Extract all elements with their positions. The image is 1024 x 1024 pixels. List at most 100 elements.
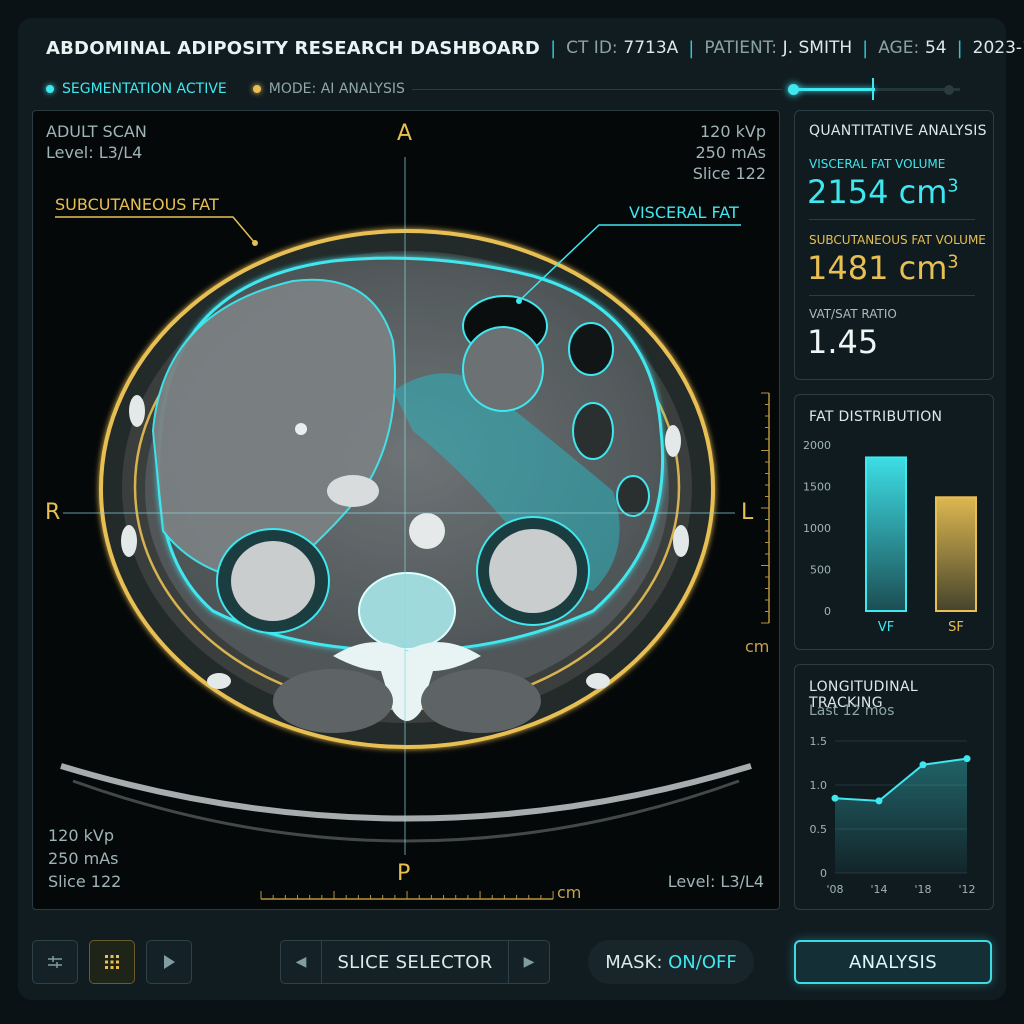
scanner-table-shadow [72,779,740,843]
bar [865,456,907,613]
y-tick-label: 1000 [803,522,831,535]
rib [586,673,610,689]
visceral-fat-volume-number: 2154 cm [807,173,948,211]
scan-mas: 250 mAs [695,143,767,162]
orientation-posterior: P [397,861,411,886]
mode-label: MODE: [268,81,317,97]
age-value: 54 [924,38,947,58]
x-tick-label: '18 [914,883,931,896]
longitudinal-tracking-panel: LONGITUDINAL TRACKING Last 12 mos 0 0.5 1.… [794,664,994,910]
bowel-loop [572,402,614,460]
segmentation-status-dot [46,85,54,93]
slider-end-dot [944,85,954,95]
slice-selector-label: SLICE SELECTOR [321,941,509,983]
subcutaneous-callout-line [55,216,256,244]
status-divider [412,89,782,90]
orientation-right: R [45,500,61,525]
mask-toggle[interactable]: MASK: ON/OFF [588,940,754,984]
unit-exponent: 3 [947,176,959,197]
subcutaneous-callout-dot [252,240,258,246]
analysis-button[interactable]: ANALYSIS [794,940,992,984]
header-separator: | [688,37,695,59]
next-slice-button[interactable]: ▶ [509,941,549,983]
scan-slice: Slice 122 [692,164,766,183]
mode-value: AI ANALYSIS [320,81,405,97]
y-tick-label: 2000 [803,439,831,452]
patient-value: J. SMITH [782,38,853,58]
ct-scan-image [55,157,770,900]
progress-slider-fill [790,88,875,91]
horizontal-scale-ticks [260,891,554,899]
scan-type: ADULT SCAN [46,122,147,141]
grid-icon [105,955,119,969]
adjust-icon [48,956,62,968]
y-tick-label: 1.5 [810,735,828,748]
visceral-fat-label: VISCERAL FAT [629,203,739,222]
header-separator: | [956,37,963,59]
progress-slider[interactable] [790,88,960,91]
fat-distribution-chart: 0 500 1000 1500 2000 VF SF [803,439,977,635]
quantitative-analysis-panel: QUANTITATIVE ANALYSIS VISCERAL FAT VOLUM… [794,110,994,380]
paraspinal-muscle [421,669,541,733]
stomach [462,326,544,412]
vat-sat-ratio-label: VAT/SAT RATIO [809,307,897,321]
fat-distribution-panel: FAT DISTRIBUTION 0 500 1000 1500 2000 VF SF [794,394,994,650]
orientation-anterior: A [397,121,413,146]
scan-kvp: 120 kVp [700,122,766,141]
aorta [409,513,445,549]
header-bar: ABDOMINAL ADIPOSITY RESEARCH DASHBOARD |… [46,34,1024,62]
vertebral-body [358,572,456,650]
data-point [831,794,839,802]
vertical-scale-ticks [761,392,769,624]
rib [673,525,689,557]
ct-id-value: 7713A [623,38,679,58]
page-title: ABDOMINAL ADIPOSITY RESEARCH DASHBOARD [46,37,541,59]
data-point [875,797,883,805]
header-separator: | [550,37,557,59]
scan-level-bottom: Level: L3/L4 [667,872,764,891]
mode-status-dot [252,85,261,93]
series-area [835,758,967,873]
chevron-right-icon: ▶ [523,954,535,970]
y-tick-label: 0 [824,605,831,618]
grid-view-button[interactable] [89,940,135,984]
scan-date: 2023-11-05 [972,38,1024,58]
slice-selector: ◀ SLICE SELECTOR ▶ [280,940,550,984]
vessel [327,475,379,507]
y-tick-label: 1.0 [810,779,828,792]
quantitative-analysis-title: QUANTITATIVE ANALYSIS [809,123,987,139]
longitudinal-tracking-subtitle: Last 12 mos [809,703,895,719]
scan-slice-bottom: Slice 122 [48,872,122,891]
rib [121,525,137,557]
adjust-button[interactable] [32,940,78,984]
unit-exponent: 3 [947,252,959,273]
x-tick-label: SF [948,620,964,635]
mask-state: ON/OFF [668,951,737,973]
scan-kvp-bottom: 120 kVp [48,826,114,845]
scan-mas-bottom: 250 mAs [48,849,119,868]
play-button[interactable] [146,940,192,984]
data-point [963,755,971,763]
ct-image-viewer[interactable]: ADULT SCAN Level: L3/L4 120 kVp 250 mAs … [32,110,780,910]
play-icon [164,955,175,969]
y-tick-label: 0 [820,867,827,880]
mask-label: MASK: [605,951,663,973]
rib [207,673,231,689]
ct-id-label: CT ID: [566,38,618,58]
age-label: AGE: [878,38,920,58]
orientation-left: L [741,500,754,525]
panel-divider [809,219,975,220]
vertical-scale-unit: cm [745,637,770,656]
segmentation-status: SEGMENTATION ACTIVE [62,81,227,97]
slider-start-dot [788,84,799,95]
x-tick-label: '08 [826,883,843,896]
x-tick-label: '14 [870,883,887,896]
visceral-callout-dot [516,298,522,304]
previous-slice-button[interactable]: ◀ [281,941,321,983]
data-point [919,761,927,769]
bowel-loop [616,475,650,517]
slider-handle[interactable] [872,78,874,100]
vessel [295,423,307,435]
subcutaneous-fat-volume-number: 1481 cm [807,249,948,287]
y-tick-label: 500 [810,564,831,577]
